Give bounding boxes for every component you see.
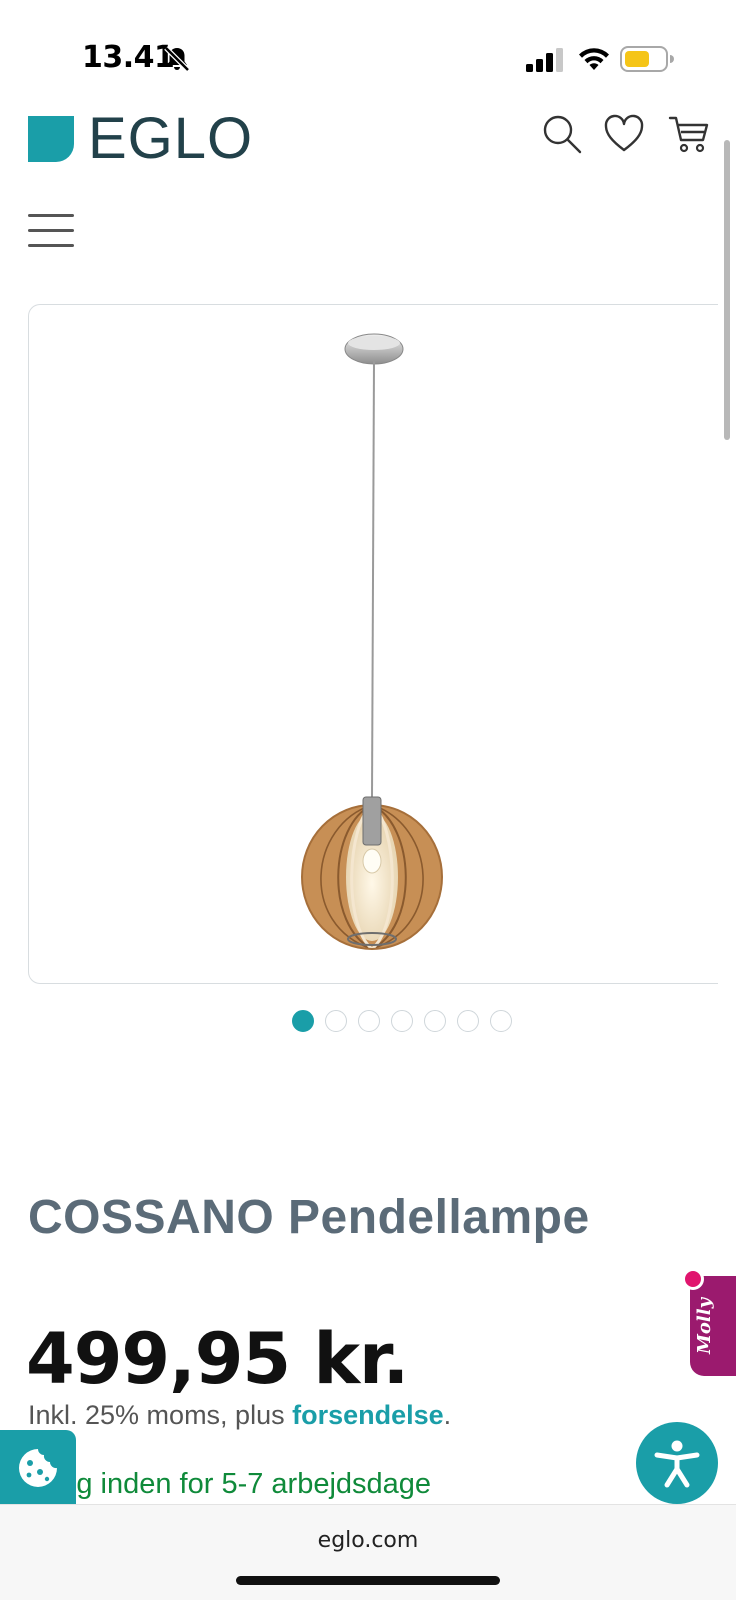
- bell-slash-icon: [164, 46, 190, 72]
- molly-label: Molly: [694, 1297, 715, 1355]
- gallery-dot-4[interactable]: [391, 1010, 413, 1032]
- page-scrollbar[interactable]: [724, 140, 730, 440]
- shipping-link[interactable]: forsendelse: [292, 1400, 444, 1430]
- gallery-dot-2[interactable]: [325, 1010, 347, 1032]
- cookie-icon: [19, 1449, 57, 1487]
- cart-icon[interactable]: [668, 112, 712, 156]
- notification-dot: [682, 1268, 704, 1290]
- battery-icon: [620, 46, 674, 72]
- tax-suffix: .: [443, 1400, 452, 1430]
- menu-icon[interactable]: [28, 214, 74, 250]
- logo-text: EGLO: [88, 106, 254, 171]
- gallery-dot-3[interactable]: [358, 1010, 380, 1032]
- status-time: 13.41: [82, 40, 175, 75]
- cookie-settings-button[interactable]: [0, 1430, 76, 1506]
- accessibility-button[interactable]: [636, 1422, 718, 1504]
- gallery-dot-1[interactable]: [292, 1010, 314, 1032]
- status-bar: 13.41: [0, 0, 736, 110]
- logo-mark-icon: [28, 116, 74, 162]
- accessibility-icon: [654, 1440, 700, 1488]
- gallery-dot-6[interactable]: [457, 1010, 479, 1032]
- delivery-info: ering inden for 5-7 arbejdsdage: [28, 1468, 432, 1500]
- gallery-dot-5[interactable]: [424, 1010, 446, 1032]
- gallery-pagination: [292, 1010, 512, 1032]
- gallery-dot-7[interactable]: [490, 1010, 512, 1032]
- signal-icon: [526, 48, 563, 72]
- eglo-logo[interactable]: EGLO: [28, 106, 254, 171]
- tax-prefix: Inkl. 25% moms, plus: [28, 1400, 293, 1430]
- pendant-lamp-image: [301, 333, 443, 951]
- search-icon[interactable]: [540, 112, 584, 156]
- product-title: COSSANO Pendellampe: [28, 1191, 590, 1244]
- address-bar[interactable]: eglo.com: [0, 1528, 736, 1553]
- product-price: 499,95 kr.: [26, 1318, 409, 1400]
- product-image-gallery[interactable]: [28, 304, 718, 984]
- wifi-icon: [579, 48, 609, 70]
- tax-info: Inkl. 25% moms, plus forsendelse.: [28, 1400, 451, 1431]
- heart-icon[interactable]: [602, 112, 646, 156]
- home-indicator[interactable]: [236, 1576, 500, 1585]
